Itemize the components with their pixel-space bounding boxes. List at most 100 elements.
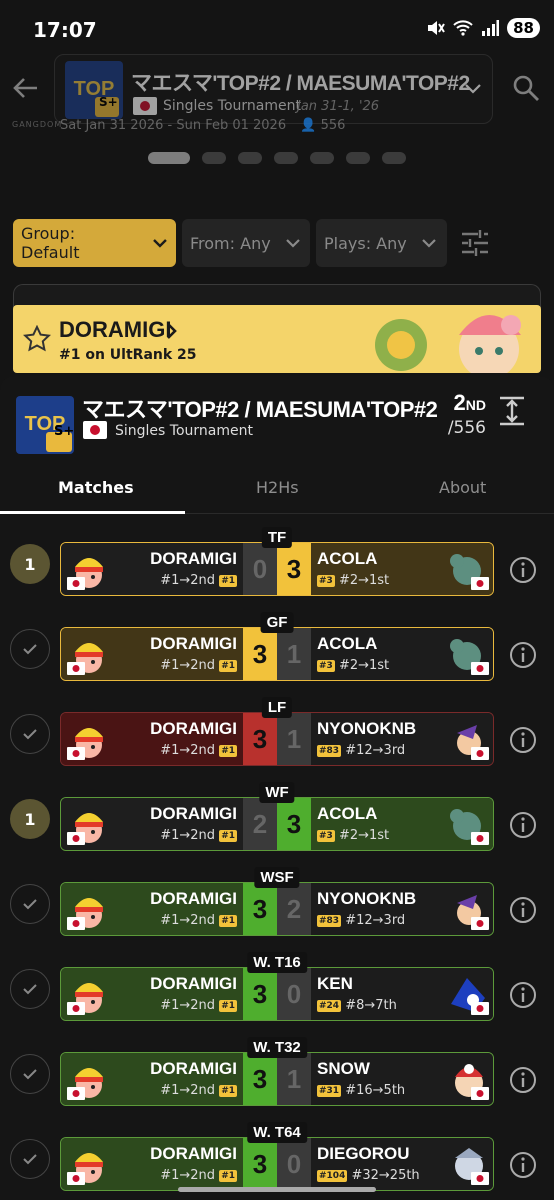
match-card[interactable]: DORAMIGI #1→2nd #1 0 3 ACOLA #3 #2→1st xyxy=(60,542,494,596)
player1-side: DORAMIGI #1→2nd #1 xyxy=(61,1053,243,1105)
carousel-dot[interactable] xyxy=(346,152,370,164)
match-row[interactable]: W. T64 DORAMIGI #1→2nd #1 3 0 DIEGOROU #… xyxy=(0,1121,554,1193)
match-info-button[interactable] xyxy=(509,556,537,588)
player1-seed: #1→2nd xyxy=(160,573,216,588)
plays-filter[interactable]: Plays: Any xyxy=(316,219,447,267)
carousel-dot[interactable] xyxy=(238,152,262,164)
round-label: TF xyxy=(261,527,293,548)
chevron-down-icon xyxy=(465,84,481,94)
round-label: W. T32 xyxy=(247,1037,307,1058)
check-icon xyxy=(23,899,37,910)
player1-seed: #1→2nd xyxy=(160,743,216,758)
match-row[interactable]: WSF DORAMIGI #1→2nd #1 3 2 NYONOKNB #83 … xyxy=(0,866,554,938)
match-card[interactable]: DORAMIGI #1→2nd #1 3 0 DIEGOROU #104 #32… xyxy=(60,1137,494,1191)
japan-flag-icon xyxy=(133,97,157,115)
match-row[interactable]: 1 WF DORAMIGI #1→2nd #1 2 3 ACOLA #3 #2→… xyxy=(0,781,554,853)
player2-rank-badge: #3 xyxy=(317,659,335,672)
carousel-dot[interactable] xyxy=(310,152,334,164)
player1-score: 3 xyxy=(243,628,277,680)
match-row[interactable]: W. T16 DORAMIGI #1→2nd #1 3 0 KEN #24 #8… xyxy=(0,951,554,1023)
player1-side: DORAMIGI #1→2nd #1 xyxy=(61,968,243,1020)
player1-seed: #1→2nd xyxy=(160,828,216,843)
filter-settings-button[interactable] xyxy=(460,229,490,261)
match-status-check xyxy=(10,1054,50,1094)
match-info-button[interactable] xyxy=(509,1151,537,1183)
player2-rank-badge: #3 xyxy=(317,829,335,842)
match-row[interactable]: W. T32 DORAMIGI #1→2nd #1 3 1 SNOW #31 #… xyxy=(0,1036,554,1108)
player1-name: DORAMIGI xyxy=(150,1059,237,1078)
match-row[interactable]: LF DORAMIGI #1→2nd #1 3 1 NYONOKNB #83 #… xyxy=(0,696,554,768)
back-button[interactable] xyxy=(12,74,40,106)
round-label: GF xyxy=(260,612,294,633)
player1-rank-badge: #1 xyxy=(219,999,237,1012)
match-card[interactable]: DORAMIGI #1→2nd #1 3 1 NYONOKNB #83 #12→… xyxy=(60,712,494,766)
info-icon xyxy=(510,642,536,668)
match-card[interactable]: DORAMIGI #1→2nd #1 2 3 ACOLA #3 #2→1st xyxy=(60,797,494,851)
match-row[interactable]: 1 TF DORAMIGI #1→2nd #1 0 3 ACOLA #3 #2→… xyxy=(0,526,554,598)
player2-rank-badge: #104 xyxy=(317,1169,348,1182)
match-row[interactable]: GF DORAMIGI #1→2nd #1 3 1 ACOLA #3 #2→1s… xyxy=(0,611,554,683)
carousel-dot[interactable] xyxy=(274,152,298,164)
search-button[interactable] xyxy=(512,74,540,106)
status-time: 17:07 xyxy=(33,18,97,42)
signal-icon xyxy=(482,20,500,36)
match-info-button[interactable] xyxy=(509,896,537,928)
match-info-button[interactable] xyxy=(509,981,537,1013)
arrow-left-icon xyxy=(13,78,37,98)
player1-rank-badge: #1 xyxy=(219,914,237,927)
player2-side: KEN #24 #8→7th xyxy=(311,968,493,1020)
group-filter-label: Group: Default xyxy=(21,224,80,262)
info-icon xyxy=(510,1067,536,1093)
match-info-button[interactable] xyxy=(509,811,537,843)
character-icon xyxy=(450,554,489,590)
match-card[interactable]: DORAMIGI #1→2nd #1 3 1 SNOW #31 #16→5th xyxy=(60,1052,494,1106)
tab-indicator xyxy=(0,511,185,514)
carousel-dot[interactable] xyxy=(202,152,226,164)
player2-score: 2 xyxy=(277,883,311,935)
player2-seed: #2→1st xyxy=(338,658,390,673)
match-info-button[interactable] xyxy=(509,1066,537,1098)
player2-name: NYONOKNB xyxy=(317,719,417,738)
star-icon[interactable] xyxy=(23,325,51,353)
player1-name: DORAMIGI xyxy=(150,1144,237,1163)
expand-button[interactable] xyxy=(498,396,526,430)
match-status-check xyxy=(10,1139,50,1179)
player2-seed: #12→3rd xyxy=(345,913,406,928)
group-filter[interactable]: Group: Default xyxy=(13,219,176,267)
carousel-dot[interactable] xyxy=(148,152,190,164)
from-filter[interactable]: From: Any xyxy=(182,219,310,267)
info-icon xyxy=(510,1152,536,1178)
tab-matches[interactable]: Matches xyxy=(58,478,134,497)
player1-side: DORAMIGI #1→2nd #1 xyxy=(61,628,243,680)
match-info-button[interactable] xyxy=(509,726,537,758)
match-info-button[interactable] xyxy=(509,641,537,673)
player2-side: NYONOKNB #83 #12→3rd xyxy=(311,883,493,935)
info-icon xyxy=(510,812,536,838)
plays-filter-label: Plays: Any xyxy=(324,233,407,253)
player2-score: 1 xyxy=(277,1053,311,1105)
player2-rank-badge: #31 xyxy=(317,1084,342,1097)
carousel-dots[interactable] xyxy=(0,152,554,164)
match-status-check xyxy=(10,884,50,924)
player-banner[interactable]: DORAMIGI #1 on UltRank 25 xyxy=(13,305,541,373)
carousel-dot[interactable] xyxy=(382,152,406,164)
tournament-tier-badge: S+ xyxy=(54,424,75,439)
brand-text: GANGDOM xyxy=(12,120,63,129)
player2-score: 0 xyxy=(277,968,311,1020)
player2-side: ACOLA #3 #2→1st xyxy=(311,628,493,680)
player2-side: DIEGOROU #104 #32→25th xyxy=(311,1138,493,1190)
bottom-sheet: TOP S+ マエスマ'TOP#2 / MAESUMA'TOP#2 Single… xyxy=(0,376,554,1200)
match-status-count: 1 xyxy=(10,799,50,839)
player1-seed: #1→2nd xyxy=(160,913,216,928)
tab-h2hs[interactable]: H2Hs xyxy=(256,478,299,497)
tournament-title: マエスマ'TOP#2 / MAESUMA'TOP#2 xyxy=(82,397,438,422)
match-card[interactable]: DORAMIGI #1→2nd #1 3 1 ACOLA #3 #2→1st xyxy=(60,627,494,681)
tab-about[interactable]: About xyxy=(439,478,486,497)
player1-seed: #1→2nd xyxy=(160,658,216,673)
round-label: W. T64 xyxy=(247,1122,307,1143)
round-label: LF xyxy=(261,697,293,718)
tournament-header-card[interactable]: TOP S+ マエスマ'TOP#2 / MAESUMA'TOP#2 Single… xyxy=(54,54,493,124)
match-card[interactable]: DORAMIGI #1→2nd #1 3 2 NYONOKNB #83 #12→… xyxy=(60,882,494,936)
check-icon xyxy=(23,1069,37,1080)
match-card[interactable]: DORAMIGI #1→2nd #1 3 0 KEN #24 #8→7th xyxy=(60,967,494,1021)
